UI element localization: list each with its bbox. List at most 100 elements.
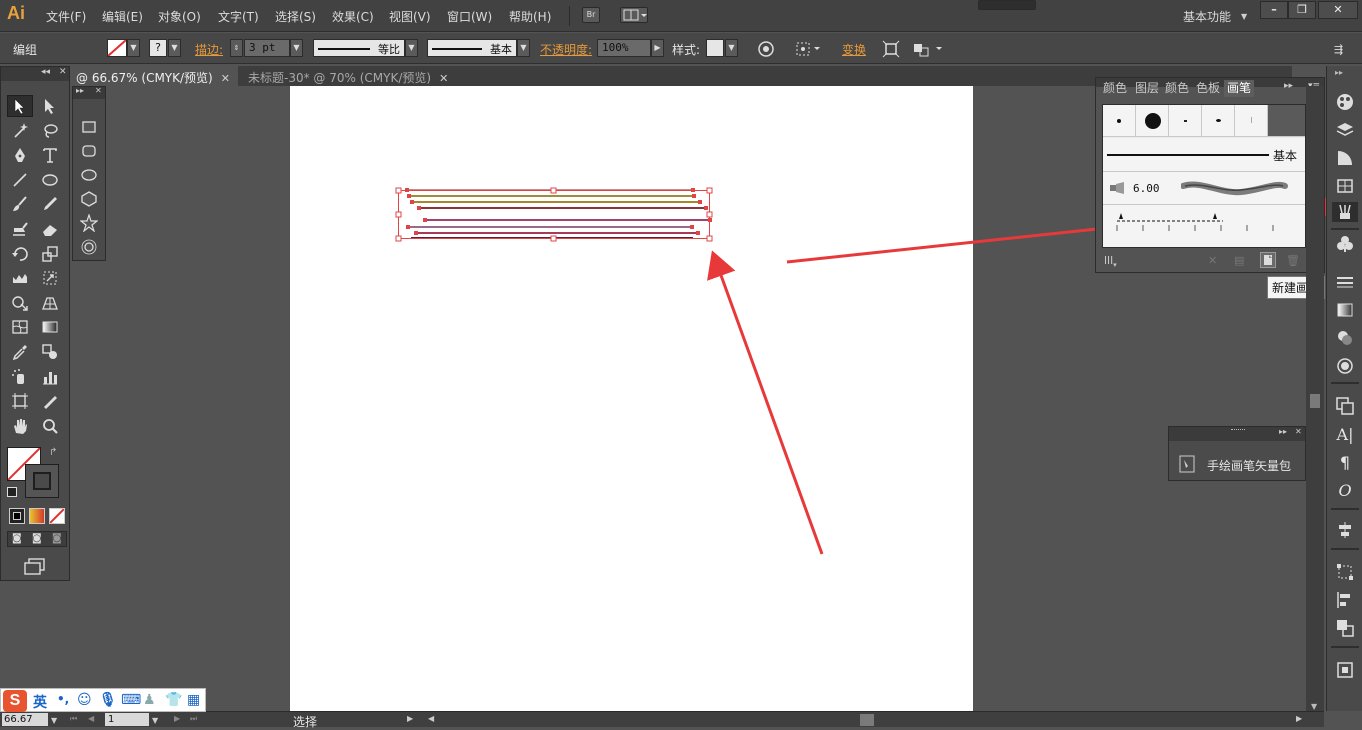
- close-icon[interactable]: ✕: [95, 86, 102, 95]
- calligraphic-brush-4[interactable]: [1202, 105, 1235, 137]
- brush-definition[interactable]: 基本: [427, 39, 517, 57]
- menu-type[interactable]: 文字(T): [218, 8, 259, 25]
- stroke-lines-group[interactable]: [407, 189, 710, 239]
- collapse-icon[interactable]: ◂◂: [41, 67, 50, 77]
- direct-selection-tool[interactable]: [37, 95, 63, 117]
- warp-tool[interactable]: [7, 267, 33, 289]
- menu-help[interactable]: 帮助(H): [509, 8, 551, 25]
- search-strip[interactable]: [978, 0, 1036, 10]
- user-icon[interactable]: ♟: [143, 692, 156, 708]
- microphone-icon[interactable]: 🎙: [99, 692, 117, 708]
- symbol-sprayer-tool[interactable]: [7, 366, 33, 388]
- tools-panel-header[interactable]: ◂◂ ✕: [1, 67, 69, 81]
- first-artboard-icon[interactable]: ⏮: [70, 714, 77, 724]
- screen-mode-icon[interactable]: [24, 557, 46, 578]
- menu-effect[interactable]: 效果(C): [332, 8, 374, 25]
- transform-panel-icon[interactable]: [1335, 562, 1355, 582]
- art-brush-row[interactable]: [1103, 205, 1305, 247]
- stroke-label[interactable]: 描边:: [195, 41, 223, 58]
- brush-libraries-menu-icon[interactable]: lll▾: [1104, 254, 1117, 269]
- hand-tool[interactable]: [7, 415, 33, 437]
- tab-document-2[interactable]: 未标题-30* @ 70% (CMYK/预览) ✕: [242, 66, 462, 86]
- delete-brush-icon[interactable]: 🗑: [1286, 254, 1300, 267]
- zoom-dropdown-icon[interactable]: ▼: [51, 716, 57, 725]
- tab-document-1[interactable]: @ 66.67% (CMYK/预览) ✕: [70, 66, 238, 86]
- stroke-proxy[interactable]: [25, 464, 59, 498]
- flare-tool[interactable]: [76, 236, 102, 258]
- stroke-panel-icon[interactable]: [1335, 272, 1355, 292]
- color-mode-button[interactable]: [9, 508, 25, 524]
- scroll-down-icon[interactable]: ▼: [1311, 702, 1317, 711]
- symbols-panel-icon[interactable]: [1335, 234, 1355, 254]
- canvas-vertical-scrollbar[interactable]: ▼: [1306, 86, 1324, 711]
- stroke-swatch[interactable]: ?: [149, 39, 167, 57]
- workspace-switcher[interactable]: 基本功能: [1183, 8, 1231, 25]
- library-panel-header[interactable]: ▸▸ ✕: [1169, 427, 1305, 441]
- stroke-stepper[interactable]: ⇕: [230, 39, 243, 57]
- rounded-rectangle-tool[interactable]: [76, 140, 102, 162]
- status-menu-icon[interactable]: ▶: [407, 714, 413, 723]
- draw-normal-icon[interactable]: ◙: [12, 533, 22, 544]
- emoji-icon[interactable]: ☺: [77, 692, 92, 708]
- arrange-documents-button[interactable]: [620, 7, 648, 23]
- last-artboard-icon[interactable]: ⏭: [190, 714, 197, 724]
- swap-fill-stroke-icon[interactable]: ↱: [49, 447, 57, 458]
- artboard-tool[interactable]: [7, 390, 33, 412]
- minimize-button[interactable]: –: [1260, 1, 1288, 19]
- transform-link[interactable]: 变换: [842, 41, 866, 58]
- swatches-panel-icon[interactable]: [1335, 176, 1355, 196]
- pen-tool[interactable]: [7, 144, 33, 166]
- blob-brush-tool[interactable]: [7, 218, 33, 240]
- rotate-tool[interactable]: [7, 243, 33, 265]
- draw-behind-icon[interactable]: ◙: [32, 533, 42, 544]
- next-artboard-icon[interactable]: ▶: [174, 714, 180, 723]
- star-tool[interactable]: [76, 212, 102, 234]
- isolate-group-icon[interactable]: [882, 40, 900, 61]
- color-guide-icon[interactable]: [1335, 148, 1355, 168]
- graphic-style-swatch[interactable]: [706, 39, 724, 57]
- artboard[interactable]: [290, 86, 973, 713]
- opacity-label[interactable]: 不透明度:: [540, 41, 592, 58]
- new-brush-button[interactable]: [1260, 252, 1276, 268]
- brush-definition-dropdown[interactable]: ▼: [517, 39, 530, 57]
- ellipse-tool[interactable]: [37, 169, 63, 191]
- slice-tool[interactable]: [37, 390, 63, 412]
- scroll-left-icon[interactable]: ◀: [428, 714, 434, 723]
- lasso-tool[interactable]: [37, 120, 63, 142]
- transparency-panel-icon[interactable]: [1335, 328, 1355, 348]
- color-panel-icon[interactable]: [1335, 92, 1355, 112]
- perspective-grid-tool[interactable]: [37, 292, 63, 314]
- tab-layers[interactable]: 图层: [1132, 80, 1162, 97]
- close-icon[interactable]: ✕: [59, 67, 67, 77]
- none-mode-button[interactable]: [49, 508, 65, 524]
- sogou-logo-icon[interactable]: S: [3, 690, 27, 712]
- close-window-button[interactable]: ✕: [1318, 1, 1358, 19]
- paragraph-panel-icon[interactable]: ¶: [1335, 452, 1355, 472]
- stroke-color-dropdown[interactable]: ▼: [168, 39, 181, 57]
- calligraphic-brush-1[interactable]: [1103, 105, 1136, 137]
- blend-tool[interactable]: [37, 341, 63, 363]
- vscroll-thumb[interactable]: [1310, 394, 1320, 408]
- fill-dropdown[interactable]: ▼: [127, 39, 140, 57]
- menu-select[interactable]: 选择(S): [275, 8, 316, 25]
- profile-dropdown[interactable]: ▼: [405, 39, 418, 57]
- hscroll-thumb[interactable]: [860, 714, 874, 726]
- scale-tool[interactable]: [37, 243, 63, 265]
- shape-builder-tool[interactable]: [7, 292, 33, 314]
- appearance-panel-icon[interactable]: [1335, 356, 1355, 376]
- pencil-tool[interactable]: [37, 193, 63, 215]
- calligraphic-brush-3[interactable]: [1169, 105, 1202, 137]
- brush-options-icon[interactable]: ▤: [1234, 254, 1244, 267]
- dock-collapse-icon[interactable]: ▸▸: [1335, 68, 1343, 77]
- menu-view[interactable]: 视图(V): [389, 8, 431, 25]
- line-segment-tool[interactable]: [7, 169, 33, 191]
- zoom-tool[interactable]: [37, 415, 63, 437]
- remove-brush-stroke-icon[interactable]: ✕: [1208, 254, 1217, 267]
- menu-edit[interactable]: 编辑(E): [102, 8, 143, 25]
- graphic-style-dropdown[interactable]: ▼: [725, 39, 738, 57]
- previous-artboard-icon[interactable]: ◀: [88, 714, 94, 723]
- gradient-mode-button[interactable]: [29, 508, 45, 524]
- close-icon[interactable]: ✕: [221, 72, 230, 85]
- align-panel-icon[interactable]: [1335, 520, 1355, 540]
- calligraphic-brush-2[interactable]: [1136, 105, 1169, 137]
